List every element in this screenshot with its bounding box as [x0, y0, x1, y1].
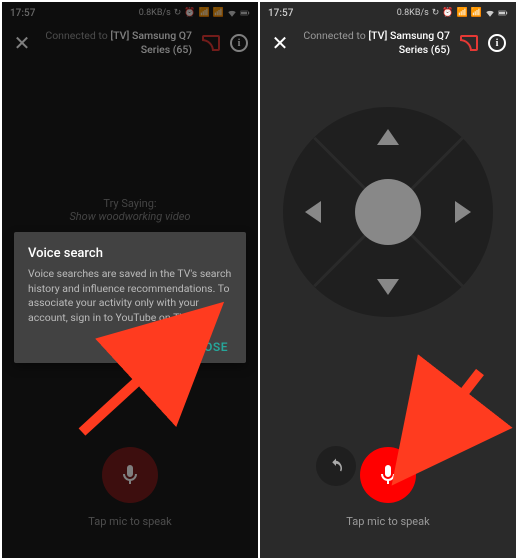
close-icon[interactable]: ✕ [12, 31, 32, 55]
voice-search-dialog: Voice search Voice searches are saved in… [14, 232, 246, 363]
signal-icon: 📶 [213, 8, 224, 18]
alarm-icon: ⏰ [442, 8, 453, 18]
cast-icon[interactable] [202, 35, 220, 51]
status-time: 17:57 [268, 8, 293, 19]
cast-header: ✕ Connected to [TV] Samsung Q7 Series (6… [2, 24, 258, 62]
mic-label: Tap mic to speak [260, 515, 516, 528]
dpad [283, 107, 493, 317]
status-icons: 0.8KB/s ↻ ⏰ 📶 📶 [139, 8, 250, 18]
mic-icon [118, 463, 142, 487]
signal-icon: 📶 [471, 8, 482, 18]
try-label: Try Saying: [2, 197, 258, 210]
signal-icon: 📶 [199, 8, 210, 18]
screenshot-right: 17:57 0.8KB/s ↻ ⏰ 📶 📶 ✕ Connected to [TV… [260, 2, 516, 558]
screenshot-left: 17:57 0.8KB/s ↻ ⏰ 📶 📶 ✕ Connected to [TV… [2, 2, 258, 558]
info-icon[interactable]: i [230, 34, 248, 52]
net-speed: 0.8KB/s [397, 8, 429, 18]
connected-to-label: Connected to [TV] Samsung Q7 Series (65) [42, 29, 192, 56]
mic-button[interactable] [102, 447, 158, 503]
wifi-icon [227, 8, 237, 18]
net-speed: 0.8KB/s [139, 8, 171, 18]
info-icon[interactable]: i [488, 34, 506, 52]
mic-area: Tap mic to speak [260, 447, 516, 528]
status-icons: 0.8KB/s ↻ ⏰ 📶 📶 [397, 8, 508, 18]
mic-area: Tap mic to speak [2, 447, 258, 528]
dialog-body: Voice searches are saved in the TV's sea… [28, 267, 232, 326]
battery-icon [240, 8, 250, 18]
connected-prefix: Connected to [45, 29, 110, 42]
dialog-title: Voice search [28, 246, 232, 261]
sync-icon: ↻ [174, 8, 182, 18]
try-saying: Try Saying: Show woodworking video [2, 197, 258, 223]
dialog-close-button[interactable]: CLOSE [185, 336, 232, 358]
close-icon[interactable]: ✕ [270, 31, 290, 55]
signal-icon: 📶 [457, 8, 468, 18]
wifi-icon [485, 8, 495, 18]
mic-label: Tap mic to speak [2, 515, 258, 528]
alarm-icon: ⏰ [184, 8, 195, 18]
mic-icon [376, 463, 400, 487]
sync-icon: ↻ [432, 8, 440, 18]
dpad-right[interactable] [455, 201, 471, 223]
status-bar: 17:57 0.8KB/s ↻ ⏰ 📶 📶 [2, 2, 258, 24]
connected-prefix: Connected to [303, 29, 368, 42]
dpad-left[interactable] [305, 201, 321, 223]
cast-icon[interactable] [460, 35, 478, 51]
device-name: [TV] Samsung Q7 Series (65) [368, 29, 450, 56]
device-name: [TV] Samsung Q7 Series (65) [110, 29, 192, 56]
dpad-up[interactable] [377, 129, 399, 145]
status-bar: 17:57 0.8KB/s ↻ ⏰ 📶 📶 [260, 2, 516, 24]
connected-to-label: Connected to [TV] Samsung Q7 Series (65) [300, 29, 450, 56]
battery-icon [498, 8, 508, 18]
dpad-down[interactable] [377, 279, 399, 295]
status-time: 17:57 [10, 8, 35, 19]
try-example: Show woodworking video [2, 210, 258, 223]
dpad-ok[interactable] [355, 179, 421, 245]
cast-header: ✕ Connected to [TV] Samsung Q7 Series (6… [260, 24, 516, 62]
mic-button[interactable] [360, 447, 416, 503]
